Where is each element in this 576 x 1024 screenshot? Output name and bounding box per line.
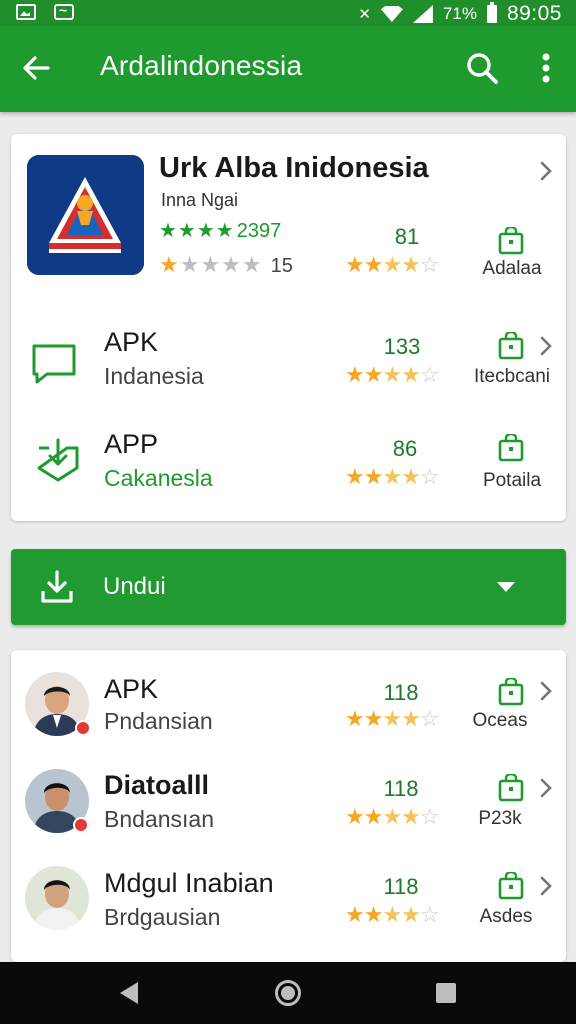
app-logo-icon[interactable]: [27, 155, 144, 275]
search-icon[interactable]: [464, 50, 500, 86]
rating-number: 118: [383, 776, 419, 801]
mute-icon: ✕: [358, 6, 371, 23]
nav-home-icon[interactable]: [275, 980, 301, 1006]
chevron-right-icon[interactable]: [539, 875, 553, 897]
status-badge: [75, 720, 91, 736]
chevron-right-icon[interactable]: [539, 777, 553, 799]
gamepad-notification-icon: [54, 2, 74, 20]
app-title[interactable]: Urk Alba Inidonesia: [159, 152, 429, 185]
rating-stars: ★★★★☆: [345, 464, 440, 489]
install-label: Adalaa: [482, 258, 542, 279]
rating-number: 86: [392, 436, 418, 461]
person-subtitle: Brdgausian: [104, 904, 221, 930]
rating-number: 81: [394, 224, 420, 249]
avatar[interactable]: [25, 866, 89, 930]
chevron-right-icon[interactable]: [539, 335, 553, 357]
rating-count: 2397: [236, 220, 282, 242]
clock: 89:05: [506, 2, 562, 25]
download-bar[interactable]: Undui: [11, 549, 566, 625]
rating-stars: ★★★★☆: [345, 902, 440, 927]
shopping-bag-icon[interactable]: [498, 678, 524, 706]
page-title: Ardalindonessia: [100, 50, 303, 81]
signal-icon: [412, 5, 433, 23]
rating-stars: ★★★★☆: [345, 362, 440, 387]
shopping-bag-icon[interactable]: [498, 872, 524, 900]
person-subtitle: Bndansıan: [104, 806, 214, 832]
chevron-right-icon[interactable]: [539, 680, 553, 702]
person-name[interactable]: Mdgul Inabian: [104, 868, 274, 899]
app-developer: Inna Ngai: [161, 190, 239, 210]
install-label: Itecbcani: [473, 366, 551, 387]
gallery-notification-icon: [16, 4, 36, 20]
install-label: Oceas: [472, 710, 528, 731]
row-subtitle: Indanesia: [104, 363, 204, 389]
row-title[interactable]: APP: [104, 429, 158, 460]
battery-icon: [486, 2, 497, 23]
status-badge: [73, 817, 89, 833]
install-label: Asdes: [479, 906, 533, 927]
person-subtitle: Pndansian: [104, 708, 213, 734]
people-list-card: APK Pndansian 118 ★★★★☆ Oceas Diatoalll …: [11, 650, 566, 962]
rating-stars: ★★★★ 2397: [159, 220, 282, 242]
download-icon: [41, 570, 73, 603]
message-icon: [32, 344, 76, 384]
battery-percent: 71%: [442, 4, 477, 23]
shopping-bag-icon[interactable]: [498, 434, 524, 462]
rating-number: 118: [383, 874, 419, 899]
nav-recents-icon[interactable]: [436, 983, 456, 1003]
person-name[interactable]: APK: [104, 674, 158, 705]
caret-down-icon[interactable]: [497, 582, 515, 592]
person-name[interactable]: Diatoalll: [104, 770, 209, 801]
app-details-card: Urk Alba Inidonesia Inna Ngai ★★★★ 2397 ★…: [11, 134, 566, 521]
arrow-back-icon[interactable]: [20, 52, 52, 84]
rating-stars: ★★★★☆: [345, 706, 440, 731]
chevron-right-icon[interactable]: [539, 160, 553, 182]
shopping-bag-icon[interactable]: [498, 774, 524, 802]
shopping-bag-icon[interactable]: [498, 227, 524, 255]
wifi-icon: [380, 6, 403, 22]
rating-number: 133: [383, 334, 421, 359]
install-label: P23k: [478, 808, 522, 829]
download-shield-icon: [37, 438, 79, 482]
app-bar: Ardalindonessia: [0, 26, 576, 112]
shopping-bag-icon[interactable]: [498, 332, 524, 360]
install-label: Potaila: [482, 470, 542, 491]
rating-stars: ★★★★☆: [345, 252, 440, 277]
more-vert-icon[interactable]: [532, 50, 560, 86]
rating-stars: ★★★★☆: [345, 804, 440, 829]
row-subtitle: Cakanesla: [104, 465, 213, 491]
user-rating: ★★★★★ 15: [159, 252, 293, 277]
status-bar: ✕ 71% 89:05: [0, 0, 576, 26]
row-title[interactable]: APK: [104, 327, 158, 358]
user-rating-count: 15: [270, 255, 293, 277]
system-nav-bar: [0, 962, 576, 1024]
download-label: Undui: [103, 573, 166, 600]
rating-number: 118: [383, 680, 419, 705]
nav-back-icon[interactable]: [120, 982, 138, 1004]
